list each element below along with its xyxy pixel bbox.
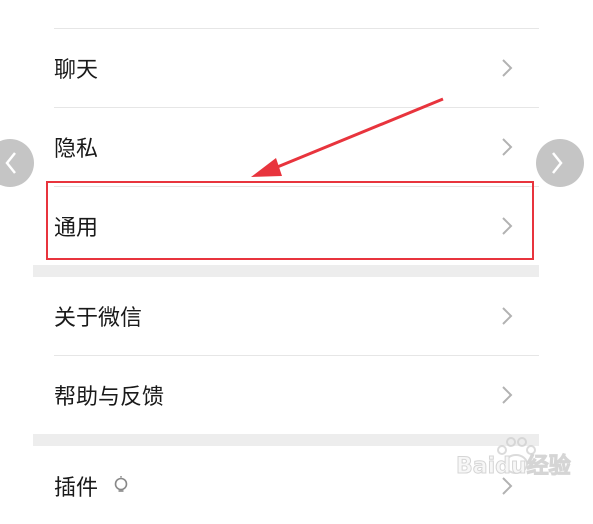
watermark-text: Baidu经验 <box>456 454 572 480</box>
annotation-arrow <box>251 97 444 177</box>
baidu-watermark: Baidu经验 <box>448 430 588 490</box>
